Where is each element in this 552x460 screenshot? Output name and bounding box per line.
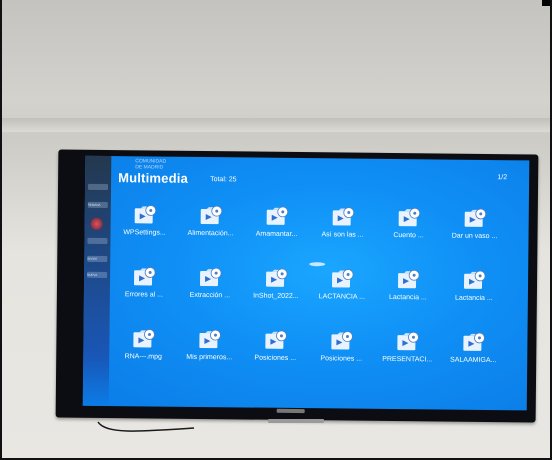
photo-border [0,0,552,460]
